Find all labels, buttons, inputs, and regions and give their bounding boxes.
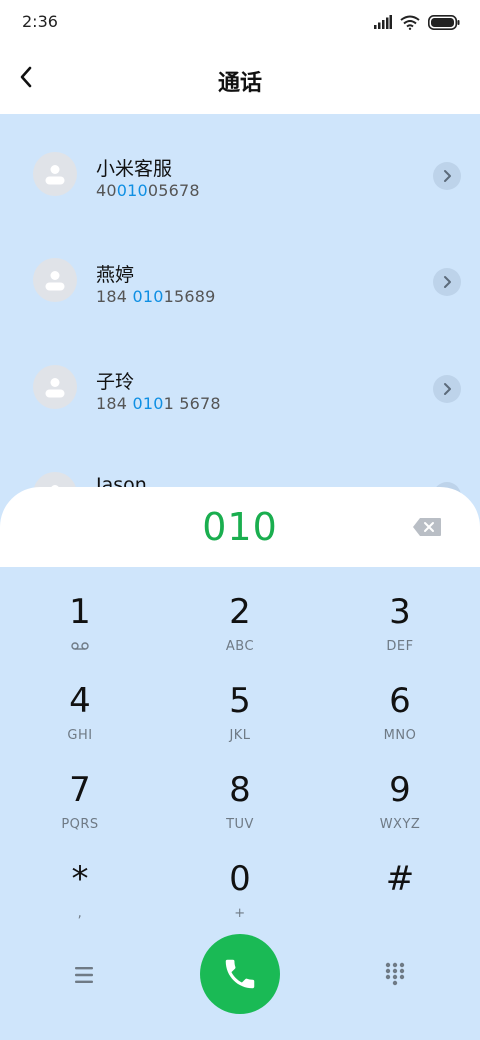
number-match: 010 (132, 287, 164, 306)
avatar (33, 258, 77, 302)
key-letters: ABC (225, 639, 255, 654)
key-hash[interactable]: # (320, 834, 480, 923)
key-2[interactable]: 2 ABC (160, 567, 320, 656)
battery-icon (428, 14, 460, 30)
number-part: 184 (96, 394, 133, 413)
key-digit: 0 (229, 859, 251, 899)
contact-name: 燕婷 (96, 264, 135, 286)
bottom-bar (0, 930, 480, 1040)
number-part: 05678 (147, 181, 200, 200)
key-letters: , (77, 906, 83, 921)
number-match: 010 (116, 181, 148, 200)
number-part: 15689 (163, 287, 216, 306)
app-header: 通话 (0, 44, 480, 114)
dialpad-toggle-button[interactable] (384, 962, 406, 986)
backspace-icon (413, 518, 441, 536)
voicemail-icon (71, 642, 89, 650)
dialed-number: 010 (202, 505, 278, 549)
dialpad-icon (385, 962, 405, 986)
key-letters: + (234, 906, 246, 921)
key-letters: MNO (383, 728, 417, 743)
contact-number: 184 0101 5678 (96, 394, 221, 413)
key-6[interactable]: 6 MNO (320, 656, 480, 745)
status-bar: 2:36 (0, 0, 480, 44)
contact-number: 184 01015689 (96, 287, 215, 306)
contact-row[interactable]: 子玲 184 0101 5678 (0, 335, 480, 435)
key-digit: 9 (389, 770, 411, 810)
contact-details-button[interactable] (433, 375, 461, 403)
chevron-right-icon (444, 276, 451, 288)
key-digit: 7 (69, 770, 91, 810)
key-letters: WXYZ (379, 817, 421, 832)
key-digit: * (71, 859, 89, 899)
contact-row[interactable]: 燕婷 184 01015689 (0, 228, 480, 328)
backspace-button[interactable] (412, 517, 442, 537)
key-letters: DEF (386, 639, 414, 654)
phone-icon (225, 959, 255, 989)
key-digit: 2 (229, 592, 251, 632)
key-digit: 4 (69, 681, 91, 721)
key-digit: 5 (229, 681, 251, 721)
avatar (33, 152, 77, 196)
key-1[interactable]: 1 (0, 567, 160, 656)
key-0[interactable]: 0 + (160, 834, 320, 923)
menu-button[interactable] (72, 964, 98, 986)
person-icon (45, 165, 65, 185)
key-letters: JKL (229, 728, 251, 743)
key-5[interactable]: 5 JKL (160, 656, 320, 745)
number-part: 184 (96, 287, 133, 306)
key-digit: 3 (389, 592, 411, 632)
key-8[interactable]: 8 TUV (160, 745, 320, 834)
contact-details-button[interactable] (433, 162, 461, 190)
contact-list: 小米客服 4001005678 燕婷 184 01015689 子玲 184 0… (0, 114, 480, 514)
chevron-right-icon (444, 170, 451, 182)
key-9[interactable]: 9 WXYZ (320, 745, 480, 834)
dial-display: 010 (0, 487, 480, 567)
person-icon (45, 271, 65, 291)
key-digit: 6 (389, 681, 411, 721)
contact-details-button[interactable] (433, 268, 461, 296)
key-digit: 1 (69, 592, 91, 632)
status-time: 2:36 (22, 12, 58, 31)
wifi-icon (400, 15, 420, 30)
key-letters: TUV (226, 817, 254, 832)
signal-icon (374, 15, 392, 29)
contact-name: 子玲 (96, 371, 135, 393)
key-letters: GHI (67, 728, 93, 743)
key-letters: PQRS (61, 817, 99, 832)
chevron-right-icon (444, 383, 451, 395)
dial-pad: 1 2 ABC 3 DEF 4 GHI 5 JKL 6 MNO 7 PQRS 8… (0, 567, 480, 940)
contact-row[interactable]: 小米客服 4001005678 (0, 122, 480, 222)
contact-number: 4001005678 (96, 181, 200, 200)
key-digit: 8 (229, 770, 251, 810)
key-digit: # (385, 859, 415, 899)
avatar (33, 365, 77, 409)
person-icon (45, 378, 65, 398)
contact-name: 小米客服 (96, 158, 173, 180)
number-part: 40 (96, 181, 117, 200)
page-title: 通话 (217, 71, 262, 96)
number-match: 010 (132, 394, 164, 413)
status-icons (374, 12, 460, 32)
call-button[interactable] (200, 934, 280, 1014)
key-star[interactable]: * , (0, 834, 160, 923)
number-part: 1 5678 (163, 394, 221, 413)
key-4[interactable]: 4 GHI (0, 656, 160, 745)
key-3[interactable]: 3 DEF (320, 567, 480, 656)
key-7[interactable]: 7 PQRS (0, 745, 160, 834)
menu-icon (75, 967, 93, 983)
voicemail-label (0, 639, 160, 654)
